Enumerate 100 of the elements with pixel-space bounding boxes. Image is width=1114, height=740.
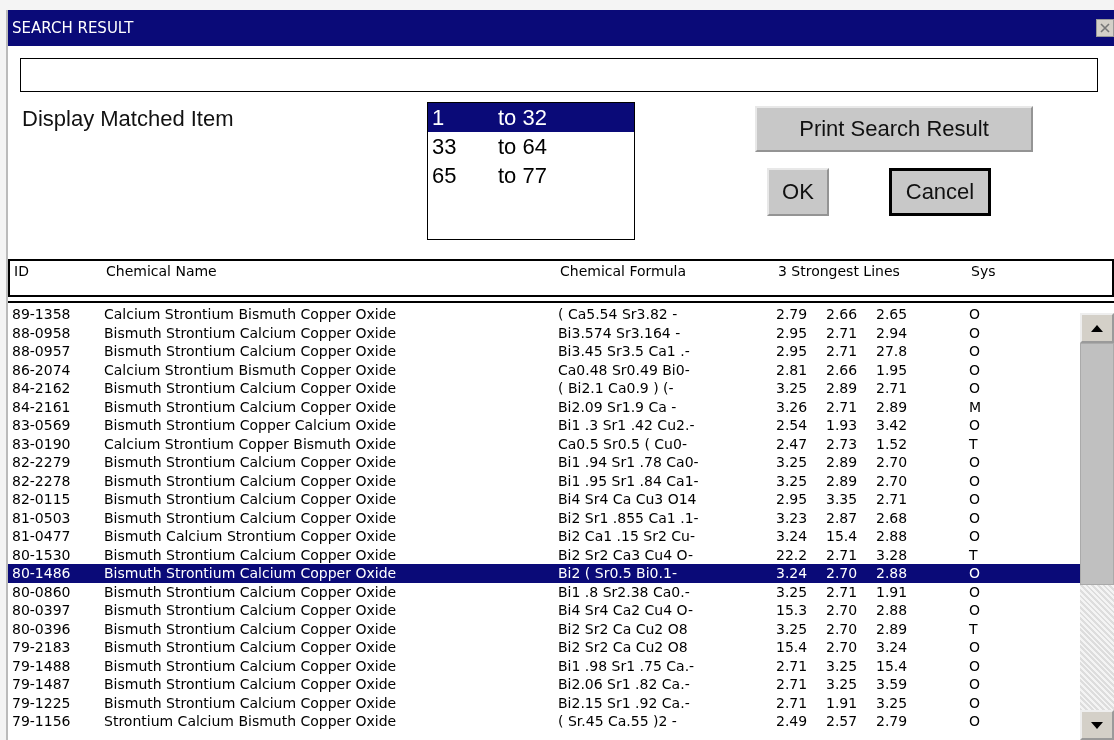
- scroll-thumb[interactable]: [1080, 343, 1114, 585]
- print-button[interactable]: Print Search Result: [755, 106, 1033, 152]
- scroll-down-button[interactable]: [1080, 710, 1114, 740]
- id-cell-text: 84-2162: [11, 379, 72, 398]
- name-cell-text: Bismuth Strontium Calcium Copper Oxide: [104, 601, 398, 620]
- sys-cell-text: O: [969, 360, 982, 379]
- id-cell-text: 79-1487: [11, 675, 72, 694]
- name-cell-text: Bismuth Strontium Calcium Copper Oxide: [104, 638, 398, 657]
- line-value: 2.89: [876, 619, 909, 638]
- sys-cell-text: O: [969, 638, 982, 657]
- column-header: ID: [13, 263, 30, 279]
- up-arrow-icon: [1091, 324, 1103, 332]
- id-cell-text: 81-0477: [11, 527, 72, 546]
- line-value: 1.93: [826, 416, 859, 435]
- cancel-button[interactable]: Cancel: [889, 168, 991, 216]
- line-value: 15.4: [826, 527, 859, 546]
- line-value: 2.94: [876, 323, 909, 342]
- sys-cell-text: O: [969, 508, 982, 527]
- result-row[interactable]: 80-1530 Bismuth Strontium Calcium Copper Oxide Bi2 Sr2 Ca3 Cu4 O- 22.2 2.71 3.28 T: [8, 545, 1080, 564]
- line-value: 2.70: [876, 453, 909, 472]
- sys-cell-text: T: [969, 619, 979, 638]
- name-cell-text: Bismuth Strontium Calcium Copper Oxide: [104, 508, 398, 527]
- result-row[interactable]: 82-0115 Bismuth Strontium Calcium Copper Oxide Bi4 Sr4 Ca Cu3 O14 2.95 3.35 2.71 O: [8, 490, 1080, 509]
- line-value: 2.89: [876, 397, 909, 416]
- formula-cell-text: Bi2 Ca1 .15 Sr2 Cu-: [558, 527, 696, 546]
- id-cell-text: 82-2278: [11, 471, 72, 490]
- name-cell-text: Calcium Strontium Copper Bismuth Oxide: [104, 434, 398, 453]
- line-value: 2.88: [876, 527, 909, 546]
- sys-cell-text: T: [969, 434, 979, 453]
- sys-cell-text: O: [969, 564, 982, 583]
- result-row[interactable]: 79-2183 Bismuth Strontium Calcium Copper Oxide Bi2 Sr2 Ca Cu2 O8 15.4 2.70 3.24 O: [8, 638, 1080, 657]
- formula-cell-text: Bi2 Sr2 Ca3 Cu4 O-: [558, 545, 695, 564]
- result-row[interactable]: 88-0958 Bismuth Strontium Calcium Copper Oxide Bi3.574 Sr3.164 - 2.95 2.71 2.94 O: [8, 323, 1080, 342]
- result-row[interactable]: 84-2162 Bismuth Strontium Calcium Copper Oxide ( Bi2.1 Ca0.9 ) (- 3.25 2.89 2.71 O: [8, 379, 1080, 398]
- message-field[interactable]: [20, 58, 1098, 92]
- result-row[interactable]: 80-0860 Bismuth Strontium Calcium Copper Oxide Bi1 .8 Sr2.38 Ca0.- 3.25 2.71 1.91 O: [8, 582, 1080, 601]
- column-header: 3 Strongest Lines: [778, 263, 901, 279]
- line-value: 2.66: [826, 360, 859, 379]
- line-value: 2.68: [876, 508, 909, 527]
- formula-cell-text: Bi4 Sr4 Ca Cu3 O14: [558, 490, 698, 509]
- line-value: 3.25: [826, 675, 859, 694]
- close-button[interactable]: [1096, 19, 1114, 37]
- range-listbox[interactable]: 1 to 32 33 to 64 65 to 77: [427, 102, 635, 240]
- result-row[interactable]: 84-2161 Bismuth Strontium Calcium Copper Oxide Bi2.09 Sr1.9 Ca - 3.26 2.71 2.89 M: [8, 397, 1080, 416]
- formula-cell-text: Bi2 Sr2 Ca Cu2 O8: [558, 619, 689, 638]
- sys-cell-text: O: [969, 453, 982, 472]
- result-row[interactable]: 83-0569 Bismuth Strontium Copper Calcium Oxide Bi1 .3 Sr1 .42 Cu2.- 2.54 1.93 3.42 O: [8, 416, 1080, 435]
- ok-button[interactable]: OK: [767, 168, 829, 216]
- line-value: 22.2: [776, 545, 809, 564]
- result-row[interactable]: 88-0957 Bismuth Strontium Calcium Copper Oxide Bi3.45 Sr3.5 Ca1 .- 2.95 2.71 27.8 O: [8, 342, 1080, 361]
- id-cell-text: 81-0503: [11, 508, 72, 527]
- name-cell-text: Bismuth Strontium Calcium Copper Oxide: [104, 619, 398, 638]
- line-value: 3.35: [826, 490, 859, 509]
- line-value: 3.25: [826, 656, 859, 675]
- name-cell-text: Bismuth Strontium Copper Calcium Oxide: [104, 416, 398, 435]
- name-cell-text: Bismuth Strontium Calcium Copper Oxide: [104, 490, 398, 509]
- result-row[interactable]: 79-1487 Bismuth Strontium Calcium Copper Oxide Bi2.06 Sr1 .82 Ca.- 2.71 3.25 3.59 O: [8, 675, 1080, 694]
- line-value: 2.89: [826, 453, 859, 472]
- result-row[interactable]: 81-0477 Bismuth Calcium Strontium Copper Oxide Bi2 Ca1 .15 Sr2 Cu- 3.24 15.4 2.88 O: [8, 527, 1080, 546]
- line-value: 2.71: [776, 675, 809, 694]
- result-row[interactable]: 79-1488 Bismuth Strontium Calcium Copper Oxide Bi1 .98 Sr1 .75 Ca.- 2.71 3.25 15.4 O: [8, 656, 1080, 675]
- line-value: 2.71: [776, 693, 809, 712]
- line-value: 27.8: [876, 342, 909, 361]
- line-value: 2.79: [776, 305, 809, 324]
- line-value: 2.71: [826, 545, 859, 564]
- result-row[interactable]: 79-1225 Bismuth Strontium Calcium Copper Oxide Bi2.15 Sr1 .92 Ca.- 2.71 1.91 3.25 O: [8, 693, 1080, 712]
- line-value: 2.89: [826, 471, 859, 490]
- sys-cell-text: O: [969, 693, 982, 712]
- line-value: 2.47: [776, 434, 809, 453]
- formula-cell-text: Bi2.09 Sr1.9 Ca -: [558, 397, 678, 416]
- line-value: 3.23: [776, 508, 809, 527]
- formula-cell-text: Bi1 .98 Sr1 .75 Ca.-: [558, 656, 696, 675]
- range-option[interactable]: 1 to 32: [428, 103, 634, 132]
- range-option[interactable]: 33 to 64: [428, 132, 634, 161]
- id-cell-text: 86-2074: [11, 360, 72, 379]
- result-row[interactable]: 83-0190 Calcium Strontium Copper Bismuth Oxide Ca0.5 Sr0.5 ( Cu0- 2.47 2.73 1.52 T: [8, 434, 1080, 453]
- result-row[interactable]: 86-2074 Calcium Strontium Bismuth Copper Oxide Ca0.48 Sr0.49 Bi0- 2.81 2.66 1.95 O: [8, 360, 1080, 379]
- scroll-up-button[interactable]: [1080, 313, 1114, 343]
- result-row[interactable]: 82-2278 Bismuth Strontium Calcium Copper Oxide Bi1 .95 Sr1 .84 Ca1- 3.25 2.89 2.70 O: [8, 471, 1080, 490]
- result-row[interactable]: 81-0503 Bismuth Strontium Calcium Copper Oxide Bi2 Sr1 .855 Ca1 .1- 3.23 2.87 2.68 O: [8, 508, 1080, 527]
- line-value: 2.70: [826, 564, 859, 583]
- formula-cell-text: Bi1 .3 Sr1 .42 Cu2.-: [558, 416, 696, 435]
- result-row[interactable]: 80-1486 Bismuth Strontium Calcium Copper Oxide Bi2 ( Sr0.5 Bi0.1- 3.24 2.70 2.88 O: [8, 564, 1080, 583]
- name-cell-text: Calcium Strontium Bismuth Copper Oxide: [104, 360, 398, 379]
- result-row[interactable]: 80-0396 Bismuth Strontium Calcium Copper Oxide Bi2 Sr2 Ca Cu2 O8 3.25 2.70 2.89 T: [8, 619, 1080, 638]
- line-value: 2.65: [876, 305, 909, 324]
- sys-cell-text: O: [969, 323, 982, 342]
- id-cell-text: 89-1358: [11, 305, 72, 324]
- line-value: 2.79: [876, 712, 909, 731]
- sys-cell-text: O: [969, 379, 982, 398]
- result-row[interactable]: 82-2279 Bismuth Strontium Calcium Copper Oxide Bi1 .94 Sr1 .78 Ca0- 3.25 2.89 2.70 O: [8, 453, 1080, 472]
- result-row[interactable]: 89-1358 Calcium Strontium Bismuth Copper Oxide ( Ca5.54 Sr3.82 - 2.79 2.66 2.65 O: [8, 305, 1080, 324]
- line-value: 2.71: [776, 656, 809, 675]
- id-cell-text: 88-0958: [11, 323, 72, 342]
- range-option[interactable]: 65 to 77: [428, 161, 634, 190]
- line-value: 3.59: [876, 675, 909, 694]
- result-row[interactable]: 80-0397 Bismuth Strontium Calcium Copper Oxide Bi4 Sr4 Ca2 Cu4 O- 15.3 2.70 2.88 O: [8, 601, 1080, 620]
- window-title: SEARCH RESULT: [11, 19, 134, 37]
- line-value: 3.24: [776, 564, 809, 583]
- result-row[interactable]: 79-1156 Strontium Calcium Bismuth Copper Oxide ( Sr.45 Ca.55 )2 - 2.49 2.57 2.79 O: [8, 712, 1080, 731]
